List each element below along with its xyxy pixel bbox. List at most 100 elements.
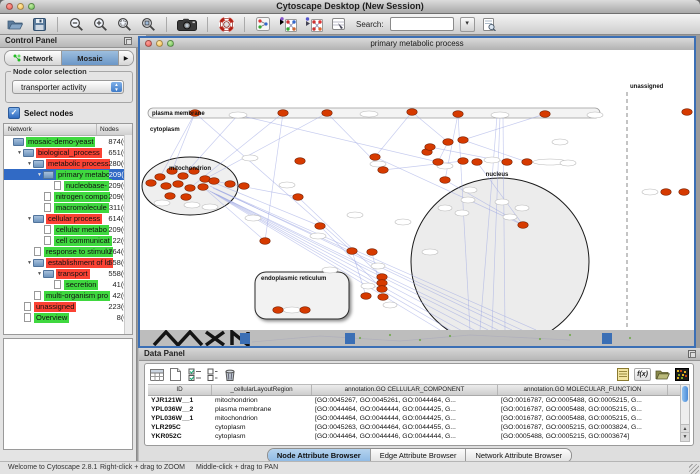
network-node[interactable] [522,159,532,166]
network-node[interactable] [239,183,249,190]
layout-network-icon[interactable] [278,16,298,32]
network-node[interactable] [440,177,450,184]
search-config-icon[interactable] [481,16,499,32]
tree-row[interactable]: mosaic-demo-yeast874(0) [4,136,132,147]
table-scrollbar[interactable]: ▲ ▼ [680,384,690,442]
tree-expand-arrow-icon[interactable]: ▼ [26,216,33,222]
network-node[interactable] [181,194,191,201]
network-canvas[interactable]: plasma membrane cytoplasm mitochondrion … [140,50,694,330]
network-node[interactable] [425,144,435,151]
tree-row[interactable]: nitrogen compo209(0) [4,191,132,202]
zoom-in-icon[interactable] [91,16,109,32]
tree-row[interactable]: multi-organism pro42(0) [4,290,132,301]
network-node[interactable] [472,159,482,166]
open-folder-icon[interactable] [6,16,24,32]
network-node[interactable] [682,109,692,116]
new-attribute-icon[interactable] [168,368,183,382]
tree-row[interactable]: ▼primary metabo209(... [4,169,132,180]
network-node[interactable] [209,178,219,185]
zoom-out-icon[interactable] [67,16,85,32]
tree-row[interactable]: nucleobase-209(0) [4,180,132,191]
zoom-fit-icon[interactable] [115,16,133,32]
unselect-attributes-icon[interactable] [206,368,218,382]
network-node[interactable] [225,181,235,188]
save-icon[interactable] [30,16,48,32]
tree-expand-arrow-icon[interactable]: ▼ [36,271,43,277]
network-node[interactable] [347,248,357,255]
network-node[interactable] [278,110,288,117]
scroll-down-button[interactable]: ▼ [681,432,689,441]
tree-row[interactable]: response to stimulu264(0) [4,246,132,257]
network-node[interactable] [260,238,270,245]
table-row[interactable]: YDR039C__1mitochondrion[GO:0044464, GO:0… [148,441,681,442]
snapshot-icon[interactable] [176,16,198,32]
network-node[interactable] [378,167,388,174]
network-node[interactable] [295,158,305,165]
network-node[interactable] [315,223,325,230]
tree-row[interactable]: ▼cellular process614(0) [4,213,132,224]
network-node[interactable] [146,180,156,187]
tree-scrollbar[interactable] [124,135,132,334]
network-node[interactable] [407,109,417,116]
network-node[interactable] [540,111,550,118]
network-node[interactable] [377,280,387,287]
tree-row[interactable]: ▼transport558(0) [4,268,132,279]
select-nodes-checkbox[interactable]: ✓ [8,107,20,119]
network-node[interactable] [273,307,283,314]
table-row[interactable]: YPL036W__1mitochondrion[GO:0044464, GO:0… [148,414,681,423]
table-row[interactable]: YPL036W__2plasma membrane[GO:0044464, GO… [148,405,681,414]
tab-mosaic[interactable]: Mosaic [62,51,119,65]
network-node[interactable] [661,189,671,196]
tree-row[interactable]: ▼metabolic process280(0) [4,158,132,169]
network-node[interactable] [322,110,332,117]
network-node[interactable] [458,158,468,165]
network-node[interactable] [361,293,371,300]
column-header[interactable]: annotation.GO MOLECULAR_FUNCTION [498,385,668,395]
search-dropdown-button[interactable]: ▾ [460,17,475,32]
tree-row[interactable]: cell communicat22(0) [4,235,132,246]
select-attributes-icon[interactable] [187,368,202,382]
delete-attribute-icon[interactable] [222,368,237,382]
tree-expand-arrow-icon[interactable]: ▼ [36,172,43,178]
tree-row[interactable]: macromolecule311(0) [4,202,132,213]
tree-expand-arrow-icon[interactable]: ▼ [26,260,33,266]
network-node[interactable] [185,185,195,192]
table-row[interactable]: YJR121W__1mitochondrion[GO:0045267, GO:0… [148,396,681,405]
network-node[interactable] [293,194,303,201]
formula-icon[interactable]: f(x) [634,368,651,381]
resize-grip[interactable] [689,464,699,474]
notes-icon[interactable] [615,368,630,382]
network-node[interactable] [453,111,463,118]
network-node[interactable] [679,189,689,196]
table-row[interactable]: YKR052Ccytoplasm[GO:0044464, GO:0044446,… [148,432,681,441]
tree-row[interactable]: secretion41(0) [4,279,132,290]
network-node[interactable] [377,286,387,293]
network-node[interactable] [161,183,171,190]
matrix-icon[interactable] [674,368,689,382]
network-node[interactable] [433,159,443,166]
network-node[interactable] [367,249,377,256]
attribute-table-icon[interactable] [149,368,164,382]
import-attributes-icon[interactable] [655,368,670,382]
network-node[interactable] [198,184,208,191]
table-row[interactable]: YLR295Ccytoplasm[GO:0045263, GO:0044464,… [148,423,681,432]
data-panel-float-icon[interactable] [688,350,696,358]
tree-header-network[interactable]: Network [4,124,97,135]
tree-row[interactable]: unassigned223(0) [4,301,132,312]
network-node[interactable] [378,294,388,301]
tab-overflow-arrow[interactable]: ▶ [119,51,133,65]
tree-row[interactable]: ▼establishment of lo558(0) [4,257,132,268]
attribute-editor-icon[interactable] [330,16,348,32]
network-node[interactable] [443,139,453,146]
tree-row[interactable]: ▼biological_process651(0) [4,147,132,158]
node-color-combobox[interactable]: transporter activity ▲▼ [12,80,124,94]
network-node[interactable] [300,307,310,314]
network-node[interactable] [502,159,512,166]
network-node[interactable] [458,137,468,144]
new-network-icon[interactable] [254,16,272,32]
zoom-selected-icon[interactable] [139,16,157,32]
network-node[interactable] [173,181,183,188]
tree-expand-arrow-icon[interactable]: ▼ [16,150,23,156]
help-lifesaver-icon[interactable] [217,16,235,32]
column-header[interactable]: annotation.GO CELLULAR_COMPONENT [312,385,498,395]
